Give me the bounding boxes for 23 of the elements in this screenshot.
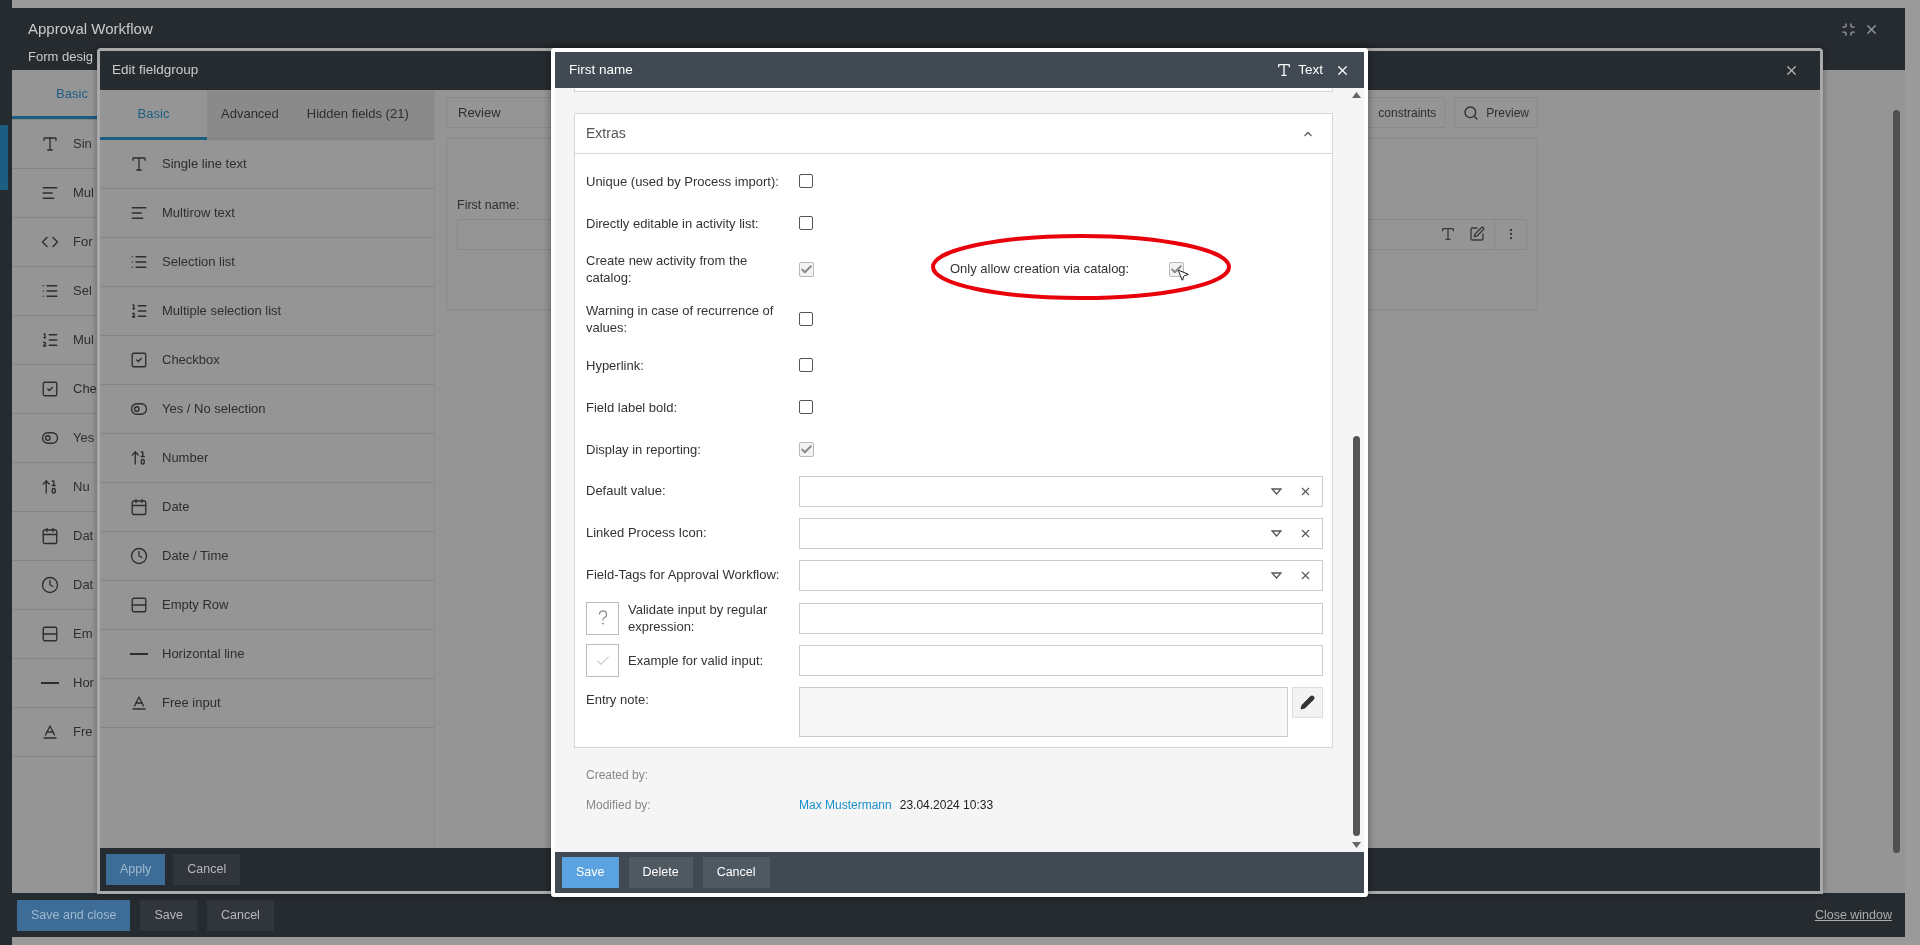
field-type-label: Text	[1298, 60, 1323, 79]
field-label: Validate input by regular expression:	[628, 601, 769, 635]
field-label: Entry note:	[586, 691, 650, 709]
modified-label: Modified by:	[586, 797, 652, 814]
field-label: Default value:	[586, 482, 667, 501]
created-label: Created by:	[586, 767, 649, 784]
option-label: Hyperlink:	[586, 356, 645, 374]
option-label: Directly editable in activity list:	[586, 214, 760, 232]
field-label: Example for valid input:	[628, 652, 765, 669]
option-label: Display in reporting:	[586, 440, 702, 458]
window-subtitle: Form desig	[28, 49, 94, 64]
field-label: First name:	[457, 197, 521, 214]
option-label: Create new activity from the catalog:	[586, 252, 749, 286]
dialog-title: First name	[569, 60, 633, 79]
field-label: Linked Process Icon:	[586, 524, 708, 543]
option-label: Unique (used by Process import):	[586, 172, 780, 190]
panel-title: Extras	[586, 124, 626, 143]
window-title: Approval Workflow	[28, 20, 153, 37]
field-label: Field-Tags for Approval Workflow:	[586, 566, 781, 585]
modified-date: 23.04.2024 10:33	[899, 797, 994, 814]
option-label: Warning in case of recurrence of values:	[586, 302, 775, 336]
option-label: Only allow creation via catalog:	[950, 260, 1131, 279]
option-label: Field label bold:	[586, 398, 679, 416]
